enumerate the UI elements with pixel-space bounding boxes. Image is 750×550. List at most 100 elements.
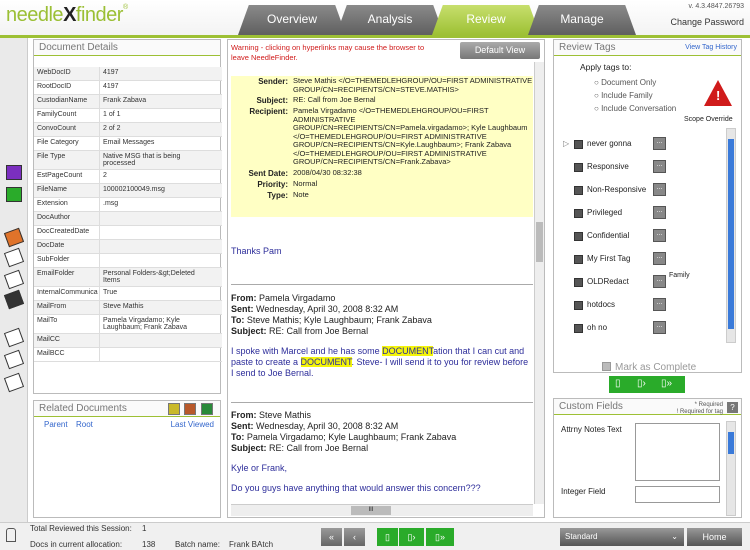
scroll-thumb[interactable]	[728, 432, 734, 454]
table-row: File Type Native MSG that is being proces…	[34, 151, 222, 170]
save-next-icon[interactable]: ▯›	[637, 378, 646, 389]
save-doc-button[interactable]: ▯	[377, 528, 398, 546]
tag-row[interactable]: Privileged...	[559, 206, 729, 222]
docs-allocation-label: Docs in current allocation:	[30, 540, 123, 549]
root-column-header[interactable]: Root	[76, 420, 93, 429]
table-row: FileName 100002100049.msg	[34, 184, 222, 198]
tab-overview[interactable]: Overview	[238, 5, 346, 35]
tag-options-button[interactable]: ...	[653, 229, 666, 242]
batch-name-label: Batch name:	[175, 540, 220, 549]
tag-options-button[interactable]: ...	[653, 183, 666, 196]
warning-icon-glyph: !	[716, 88, 721, 103]
layout-split-icon[interactable]	[6, 187, 22, 202]
lock-icon	[6, 528, 16, 542]
search-hit-highlight: DOCUMENT	[300, 357, 352, 367]
scope-option-document[interactable]: ○ Document Only	[594, 78, 656, 87]
tag-checkbox[interactable]	[574, 232, 583, 241]
scroll-thumb[interactable]	[728, 139, 734, 329]
required-legend: * Required	[694, 402, 723, 408]
email-header-box: Sender: Steve Mathis </O=THEMEDLEHGROUP/O…	[231, 76, 533, 217]
custom-fields-scrollbar[interactable]	[726, 421, 736, 516]
mark-complete-checkbox[interactable]: Mark as Complete	[602, 362, 696, 373]
tag-row[interactable]: OLDRedact... Family	[559, 272, 729, 291]
view-mode-select[interactable]: Standard ⌄	[560, 528, 684, 546]
tags-scrollbar[interactable]	[726, 128, 736, 343]
home-button[interactable]: Home	[687, 528, 742, 546]
table-row: FamilyCount 1 of 1	[34, 109, 222, 123]
tag-options-button[interactable]: ...	[653, 252, 666, 265]
header-field-sent-date: Sent Date: 2008/04/30 08:32:38	[248, 167, 362, 178]
last-viewed-link[interactable]: Last Viewed	[171, 420, 214, 429]
table-row: MailBCC	[34, 348, 222, 362]
save-icon[interactable]: ▯	[615, 378, 621, 389]
tag-row[interactable]: hotdocs...	[559, 298, 729, 314]
document-details-panel: Document Details WebDocID 4197 RootDocID 4…	[33, 39, 222, 394]
review-tags-panel: Review Tags View Tag History Apply tags …	[553, 39, 742, 373]
tag-checkbox[interactable]	[574, 301, 583, 310]
chevron-down-icon: ⌄	[671, 532, 678, 541]
scope-option-family[interactable]: ○ Include Family	[594, 91, 653, 100]
view-tag-history-link[interactable]: View Tag History	[685, 44, 737, 51]
header-field-sender: Sender: Steve Mathis </O=THEMEDLEHGROUP/O…	[258, 76, 533, 94]
table-row: DocAuthor	[34, 212, 222, 226]
tag-row[interactable]: My First Tag...	[559, 252, 729, 268]
integer-field-input[interactable]	[635, 486, 720, 503]
related-tag-icon[interactable]	[184, 403, 196, 415]
table-row: DocCreatedDate	[34, 226, 222, 240]
tag-options-button[interactable]: ...	[653, 160, 666, 173]
tag-options-button[interactable]: ...	[653, 137, 666, 150]
change-password-link[interactable]: Change Password	[670, 17, 744, 27]
tag-checkbox[interactable]	[574, 278, 583, 287]
tag-row[interactable]: Confidential...	[559, 229, 729, 245]
scope-option-conversation[interactable]: ○ Include Conversation	[594, 104, 676, 113]
related-note-icon[interactable]	[168, 403, 180, 415]
viewer-horizontal-scrollbar[interactable]: III	[231, 504, 533, 516]
prev-doc-button[interactable]: ‹	[344, 528, 365, 546]
tab-analysis[interactable]: Analysis	[336, 5, 444, 35]
scroll-thumb[interactable]: III	[351, 506, 391, 515]
tag-checkbox[interactable]	[574, 163, 583, 172]
apply-tags-label: Apply tags to:	[580, 62, 632, 72]
tag-options-button[interactable]: ...	[653, 206, 666, 219]
tag-row[interactable]: oh no...	[559, 321, 729, 337]
message-separator	[231, 284, 533, 285]
help-icon[interactable]: ?	[727, 402, 738, 413]
reviewed-label: Total Reviewed this Session:	[30, 524, 132, 533]
tag-options-button[interactable]: ...	[653, 321, 666, 334]
tag-options-button[interactable]: ...	[653, 298, 666, 311]
integer-field-label: Integer Field	[561, 487, 606, 496]
table-row: File Category Email Messages	[34, 137, 222, 151]
table-row: ConvoCount 2 of 2	[34, 123, 222, 137]
tab-review[interactable]: Review	[432, 5, 540, 35]
tag-row[interactable]: ▷ never gonna...	[559, 137, 729, 153]
tag-options-button[interactable]: ...	[653, 275, 666, 288]
save-next-doc-button[interactable]: ▯›	[399, 528, 424, 546]
tag-checkbox[interactable]	[574, 209, 583, 218]
tag-row[interactable]: Responsive...	[559, 160, 729, 176]
tag-row[interactable]: Non-Responsive...	[559, 183, 729, 199]
scope-override-label[interactable]: Scope Override	[684, 116, 733, 123]
parent-column-header[interactable]: Parent	[44, 420, 68, 429]
save-last-icon[interactable]: ▯»	[661, 378, 672, 389]
default-view-button[interactable]: Default View	[460, 42, 540, 59]
attrny-notes-field[interactable]	[635, 423, 720, 481]
related-list-icon[interactable]	[201, 403, 213, 415]
table-row: MailFrom Steve Mathis	[34, 301, 222, 315]
save-last-doc-button[interactable]: ▯»	[426, 528, 454, 546]
tag-checkbox[interactable]	[574, 140, 583, 149]
layout-single-icon[interactable]	[6, 165, 22, 180]
tag-checkbox[interactable]	[574, 255, 583, 264]
quoted-message-1-body: I spoke with Marcel and he has some DOCU…	[231, 346, 529, 378]
table-row: DocDate	[34, 240, 222, 254]
header-field-priority: Priority: Normal	[257, 178, 318, 189]
reviewed-value: 1	[142, 524, 147, 533]
tab-manage[interactable]: Manage	[528, 5, 636, 35]
tag-checkbox[interactable]	[574, 324, 583, 333]
first-doc-button[interactable]: «	[321, 528, 342, 546]
search-hit-highlight: DOCUMENT	[382, 346, 434, 356]
tag-checkbox[interactable]	[574, 186, 583, 195]
tag-nav-bar: ▯ ▯› ▯»	[609, 376, 685, 393]
family-label: Family	[669, 272, 690, 279]
scroll-thumb[interactable]	[536, 222, 543, 262]
viewer-vertical-scrollbar[interactable]	[534, 62, 544, 504]
